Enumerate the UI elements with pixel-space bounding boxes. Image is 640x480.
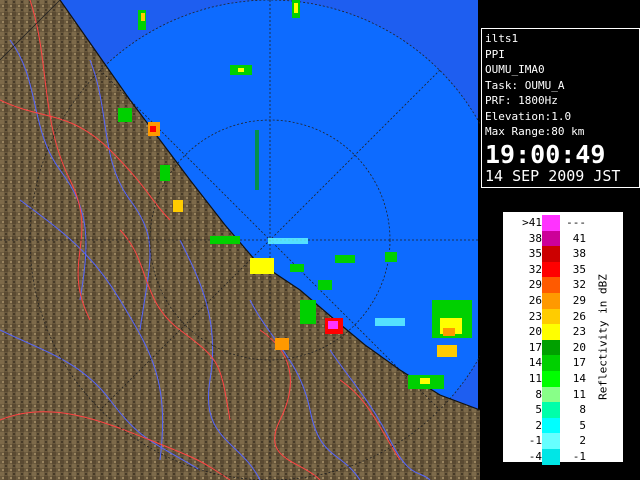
legend-upper-bound: 14 xyxy=(572,371,586,385)
prf-value: PRF: 1800Hz xyxy=(485,94,558,107)
legend-lower-bound: 8 xyxy=(535,387,542,401)
reflectivity-legend: >41 --- 38 41 35 38 32 35 29 32 26 29 23 26 20 23 17 20 14… xyxy=(503,212,623,465)
legend-color-swatch xyxy=(542,448,560,465)
legend-upper-bound: 32 xyxy=(572,278,586,292)
legend-upper-bound: 11 xyxy=(572,387,586,401)
legend-upper-bound: 8 xyxy=(579,403,586,417)
legend-row: -4 -1 xyxy=(512,448,592,465)
legend-lower-bound: 29 xyxy=(528,278,542,292)
legend-lower-bound: 2 xyxy=(535,418,542,432)
legend-lower-bound: -4 xyxy=(528,449,542,463)
legend-upper-bound: 2 xyxy=(579,434,586,448)
legend-upper-bound: 23 xyxy=(572,325,586,339)
radar-ppi-map xyxy=(0,0,480,480)
legend-lower-bound: 20 xyxy=(528,325,542,339)
legend-lower-bound: 38 xyxy=(528,231,542,245)
legend-color-swatch xyxy=(542,292,560,309)
legend-upper-bound: 17 xyxy=(572,356,586,370)
legend-unit-label: Reflectivity in dBZ xyxy=(596,274,610,400)
legend-color-swatch xyxy=(542,277,560,293)
legend-table: >41 --- 38 41 35 38 32 35 29 32 26 29 23 26 20 23 17 20 14… xyxy=(512,215,592,465)
elevation-value: Elevation:1.0 xyxy=(485,109,572,123)
legend-lower-bound: 11 xyxy=(528,371,542,385)
legend-upper-bound: --- xyxy=(566,216,586,229)
legend-row: 17 20 xyxy=(512,339,592,356)
legend-upper-bound: 35 xyxy=(572,262,586,276)
legend-row: 8 11 xyxy=(512,386,592,403)
legend-upper-bound: 26 xyxy=(572,309,586,323)
legend-row: 23 26 xyxy=(512,308,592,325)
product-name: OUMU_IMA0 xyxy=(485,63,545,76)
legend-row: 14 17 xyxy=(512,355,592,371)
legend-upper-bound: 29 xyxy=(572,293,586,307)
legend-upper-bound: 5 xyxy=(579,418,586,432)
legend-upper-bound: 38 xyxy=(572,247,586,261)
scan-type: PPI xyxy=(485,47,505,61)
legend-lower-bound: >41 xyxy=(522,216,542,229)
legend-row: 11 14 xyxy=(512,370,592,387)
legend-lower-bound: 32 xyxy=(528,262,542,276)
legend-color-swatch xyxy=(542,370,560,387)
legend-lower-bound: 23 xyxy=(528,309,542,323)
legend-color-swatch xyxy=(542,308,560,325)
legend-color-swatch xyxy=(542,355,560,371)
legend-color-swatch xyxy=(542,417,560,434)
legend-lower-bound: 5 xyxy=(535,403,542,417)
legend-color-swatch xyxy=(542,402,560,418)
legend-color-swatch xyxy=(542,386,560,403)
legend-row: 32 35 xyxy=(512,261,592,278)
legend-upper-bound: 41 xyxy=(572,231,586,245)
site-name: ilts1 xyxy=(485,32,519,45)
legend-lower-bound: -1 xyxy=(528,434,542,448)
legend-lower-bound: 17 xyxy=(528,340,542,354)
legend-row: 38 41 xyxy=(512,230,592,247)
scan-time: 19:00:49 xyxy=(485,139,606,169)
legend-row: 35 38 xyxy=(512,246,592,262)
legend-color-swatch xyxy=(542,246,560,262)
scan-date: 14 SEP 2009 JST xyxy=(485,166,621,185)
legend-lower-bound: 35 xyxy=(528,247,542,261)
legend-upper-bound: 20 xyxy=(572,340,586,354)
legend-color-swatch xyxy=(542,324,560,340)
legend-lower-bound: 26 xyxy=(528,293,542,307)
legend-color-swatch xyxy=(542,215,560,231)
legend-color-swatch xyxy=(542,433,560,449)
legend-row: >41 --- xyxy=(512,215,592,231)
legend-row: 25 xyxy=(512,417,592,434)
legend-color-swatch xyxy=(542,261,560,278)
legend-row: 26 29 xyxy=(512,292,592,309)
legend-row: 58 xyxy=(512,402,592,418)
legend-color-swatch xyxy=(542,339,560,356)
scan-info-panel: ilts1 PPI OUMU_IMA0 Task: OUMU_A PRF: 18… xyxy=(481,28,640,188)
legend-row: -1 2 xyxy=(512,433,592,449)
legend-row: 20 23 xyxy=(512,324,592,340)
task-name: Task: OUMU_A xyxy=(485,78,565,92)
legend-row: 29 32 xyxy=(512,277,592,293)
legend-color-swatch xyxy=(542,230,560,247)
legend-lower-bound: 14 xyxy=(528,356,542,370)
legend-upper-bound: -1 xyxy=(572,449,586,463)
max-range-value: Max Range:80 km xyxy=(485,125,585,138)
